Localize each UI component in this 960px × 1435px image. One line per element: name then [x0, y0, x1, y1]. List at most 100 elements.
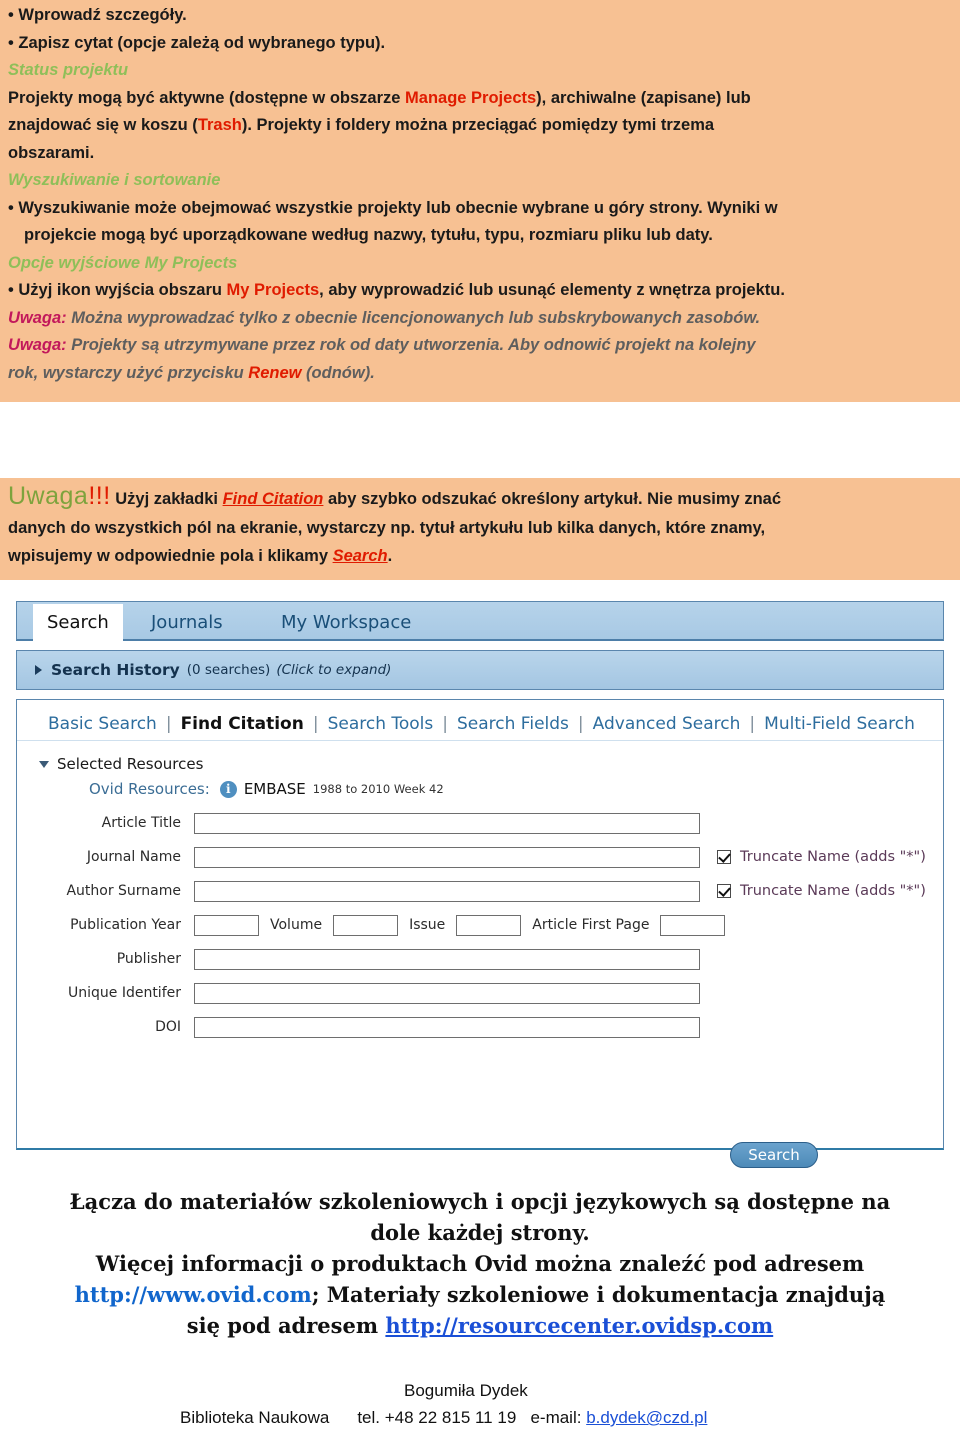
footer-line-5-text: się pod adresem: [186, 1313, 386, 1338]
bullet-marker: •: [8, 33, 19, 52]
label-article-first-page: Article First Page: [532, 917, 650, 933]
bullet-line-search-sort-cont: projekcie mogą być uporządkowane według …: [24, 226, 713, 244]
uwaga-text-a: Użyj zakładki: [115, 490, 223, 508]
tab-journals[interactable]: Journals: [137, 604, 237, 641]
input-journal-name[interactable]: [194, 846, 700, 868]
paragraph-project-status-line2: znajdować się w koszu (Trash). Projekty …: [8, 116, 715, 134]
link-ovid-com[interactable]: http://www.ovid.com: [75, 1282, 312, 1307]
term-manage-projects: Manage Projects: [405, 88, 537, 107]
uwaga-title: Uwaga!!!: [8, 482, 111, 510]
label-volume: Volume: [270, 917, 323, 933]
form-row-author-surname: Author Surname Truncate Name (adds "*"): [39, 880, 943, 902]
subtab-basic-search[interactable]: Basic Search: [39, 714, 166, 734]
paragraph-project-status-line3: obszarami.: [8, 143, 95, 162]
footer-line-5: się pod adresem http://resourcecenter.ov…: [0, 1310, 960, 1341]
uwaga-exclamation: !!!: [88, 482, 111, 510]
label-unique-identifer: Unique Identifer: [67, 985, 181, 1001]
input-doi[interactable]: [194, 1016, 700, 1038]
subtab-advanced-search[interactable]: Advanced Search: [584, 714, 750, 734]
ovid-resources-label: Ovid Resources:: [89, 780, 210, 798]
contact-phone: tel. +48 22 815 11 19: [357, 1408, 517, 1427]
uwaga-line1: Uwaga!!! Użyj zakładki Find Citation aby…: [8, 480, 952, 515]
search-history-bar[interactable]: Search History (0 searches) (Click to ex…: [16, 650, 944, 690]
checkbox-truncate-author[interactable]: [717, 884, 731, 898]
uwaga-text-b: aby szybko odszukać określony artykuł. N…: [323, 490, 781, 508]
label-article-title: Article Title: [101, 815, 181, 831]
input-publication-year[interactable]: [194, 914, 259, 936]
bullet-line-search-sort: • Wyszukiwanie może obejmować wszystkie …: [8, 198, 778, 217]
contact-library: Biblioteka Naukowa: [180, 1408, 330, 1427]
search-history-count: (0 searches): [186, 662, 271, 678]
bullet-line-save-citation: • Zapisz cytat (opcje zależą od wybraneg…: [8, 33, 386, 52]
footer-line-2: dole każdej strony.: [370, 1220, 590, 1245]
selected-resources-label: Selected Resources: [57, 755, 204, 773]
footer-info-block: Łącza do materiałów szkoleniowych i opcj…: [0, 1186, 960, 1341]
search-subtab-bar: Basic Search | Find Citation | Search Tools |…: [17, 700, 943, 741]
expand-caret-icon: [35, 665, 42, 675]
contact-details-row: Biblioteka Naukowa tel. +48 22 815 11 19 …: [180, 1408, 707, 1428]
intro-text-block: • Wprowadź szczegóły. • Zapisz cytat (op…: [0, 0, 960, 402]
input-unique-identifer[interactable]: [194, 982, 700, 1004]
contact-email-label: e-mail:: [530, 1408, 587, 1427]
form-row-doi: DOI: [39, 1016, 943, 1038]
tab-search[interactable]: Search: [33, 604, 123, 642]
bullet-line-enter-details: • Wprowadź szczegóły.: [8, 6, 187, 24]
footer-line-4: http://www.ovid.com; Materiały szkolenio…: [0, 1279, 960, 1310]
bullet-line-export-icons: • Użyj ikon wyjścia obszaru My Projects,…: [8, 281, 785, 299]
uwaga-text-c: wpisujemy w odpowiednie pola i klikamy: [8, 546, 333, 565]
checkbox-truncate-author-row[interactable]: Truncate Name (adds "*"): [717, 883, 926, 899]
label-publisher: Publisher: [116, 951, 181, 967]
selected-resources-header[interactable]: Selected Resources: [17, 741, 943, 773]
ovid-screenshot-panel: Search Journals My Workspace Search Hist…: [16, 601, 944, 1168]
label-author-surname: Author Surname: [66, 883, 181, 899]
form-row-article-title: Article Title: [39, 812, 943, 834]
input-author-surname[interactable]: [194, 880, 700, 902]
checkbox-truncate-journal-row[interactable]: Truncate Name (adds "*"): [717, 849, 926, 865]
checkbox-truncate-journal[interactable]: [717, 850, 731, 864]
label-doi: DOI: [155, 1019, 181, 1035]
database-name: EMBASE: [243, 780, 306, 798]
heading-status-projektu: Status projektu: [8, 61, 129, 79]
ovid-resources-row: Ovid Resources: i EMBASE 1988 to 2010 We…: [17, 773, 943, 798]
input-article-title[interactable]: [194, 812, 700, 834]
input-publisher[interactable]: [194, 948, 700, 970]
tab-my-workspace[interactable]: My Workspace: [267, 604, 425, 641]
uwaga-callout-block: Uwaga!!! Użyj zakładki Find Citation aby…: [0, 478, 960, 580]
input-volume[interactable]: [333, 914, 399, 936]
find-citation-form: Article Title Journal Name Truncate Name…: [17, 812, 943, 1168]
link-find-citation: Find Citation: [222, 490, 324, 508]
subtab-find-citation[interactable]: Find Citation: [172, 714, 313, 734]
input-article-first-page[interactable]: [660, 914, 726, 936]
paragraph-project-status-line1: Projekty mogą być aktywne (dostępne w ob…: [8, 88, 751, 107]
subtab-divider: |: [312, 714, 319, 734]
search-button[interactable]: Search: [730, 1142, 818, 1168]
footer-line-1: Łącza do materiałów szkoleniowych i opcj…: [69, 1189, 891, 1214]
input-issue[interactable]: [456, 914, 522, 936]
bullet-marker: •: [8, 6, 19, 24]
link-search-term: Search: [332, 546, 388, 565]
heading-opcje-wyjsciowe: Opcje wyjściowe My Projects: [8, 253, 238, 272]
subtab-multi-field-search[interactable]: Multi-Field Search: [755, 714, 924, 734]
note-label: Uwaga:: [8, 336, 67, 354]
label-publication-year: Publication Year: [70, 917, 181, 933]
form-row-journal-name: Journal Name Truncate Name (adds "*"): [39, 846, 943, 868]
note-project-retention-line2: rok, wystarczy użyć przycisku Renew (odn…: [8, 363, 375, 382]
subtab-divider: |: [165, 714, 172, 734]
term-trash: Trash: [197, 116, 242, 134]
subtab-search-tools[interactable]: Search Tools: [319, 714, 443, 734]
footer-line-3: Więcej informacji o produktach Ovid możn…: [95, 1251, 865, 1276]
uwaga-text-d: .: [387, 546, 393, 565]
search-history-title: Search History: [51, 661, 180, 679]
form-row-publisher: Publisher: [39, 948, 943, 970]
info-icon[interactable]: i: [219, 780, 237, 798]
label-truncate-author: Truncate Name (adds "*"): [740, 883, 926, 899]
bullet-marker: •: [8, 281, 19, 299]
database-coverage: 1988 to 2010 Week 42: [312, 782, 444, 796]
footer-line-4-text: ; Materiały szkoleniowe i dokumentacja z…: [311, 1282, 886, 1307]
subtab-search-fields[interactable]: Search Fields: [448, 714, 578, 734]
uwaga-line3: wpisujemy w odpowiednie pola i klikamy S…: [8, 543, 952, 571]
note-label: Uwaga:: [8, 308, 67, 327]
subtab-divider: |: [577, 714, 584, 734]
contact-email-link[interactable]: b.dydek@czd.pl: [586, 1408, 707, 1427]
link-resourcecenter[interactable]: http://resourcecenter.ovidsp.com: [385, 1313, 773, 1338]
